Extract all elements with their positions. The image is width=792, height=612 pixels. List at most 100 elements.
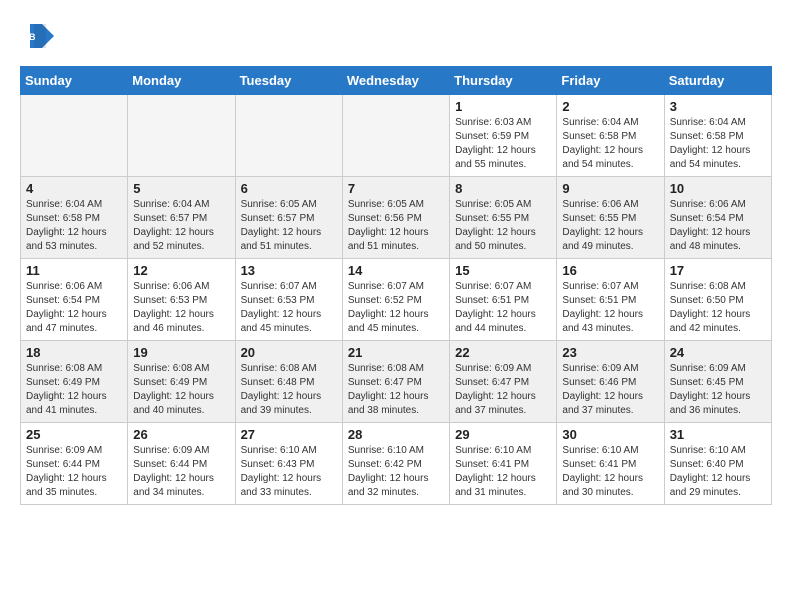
day-number: 3 [670, 99, 766, 114]
day-number: 1 [455, 99, 551, 114]
calendar-cell: 31 Sunrise: 6:10 AM Sunset: 6:40 PM Dayli… [664, 423, 771, 505]
calendar-cell: 12Sunrise: 6:06 AM Sunset: 6:53 PM Dayli… [128, 259, 235, 341]
day-info: Sunrise: 6:08 AM Sunset: 6:47 PM Dayligh… [348, 362, 444, 418]
svg-text:GB: GB [22, 32, 36, 42]
calendar-cell [21, 95, 128, 177]
calendar-cell: 5Sunrise: 6:04 AM Sunset: 6:57 PM Daylig… [128, 177, 235, 259]
calendar-cell: 20 Sunrise: 6:08 AM Sunset: 6:48 PM Dayli… [235, 341, 342, 423]
calendar-cell: 25 Sunrise: 6:09 AM Sunset: 6:44 PM Dayli… [21, 423, 128, 505]
day-number: 17 [670, 263, 766, 278]
day-number: 15 [455, 263, 551, 278]
day-number: 16 [562, 263, 658, 278]
calendar-cell: 19 Sunrise: 6:08 AM Sunset: 6:49 PM Dayli… [128, 341, 235, 423]
day-number: 25 [26, 427, 122, 442]
day-info: Sunrise: 6:06 AM Sunset: 6:54 PM Dayligh… [670, 198, 766, 254]
day-number: 29 [455, 427, 551, 442]
calendar-cell: 26 Sunrise: 6:09 AM Sunset: 6:44 PM Dayli… [128, 423, 235, 505]
calendar-cell: 23 Sunrise: 6:09 AM Sunset: 6:46 PM Dayli… [557, 341, 664, 423]
calendar-cell: 27Sunrise: 6:10 AM Sunset: 6:43 PM Dayli… [235, 423, 342, 505]
day-info: Sunrise: 6:09 AM Sunset: 6:44 PM Dayligh… [133, 444, 229, 500]
day-number: 30 [562, 427, 658, 442]
calendar-cell [342, 95, 449, 177]
day-info: Sunrise: 6:05 AM Sunset: 6:56 PM Dayligh… [348, 198, 444, 254]
calendar-cell: 30 Sunrise: 6:10 AM Sunset: 6:41 PM Dayli… [557, 423, 664, 505]
day-info: Sunrise: 6:08 AM Sunset: 6:48 PM Dayligh… [241, 362, 337, 418]
calendar-week-4: 18Sunrise: 6:08 AM Sunset: 6:49 PM Dayli… [21, 341, 772, 423]
calendar-week-5: 25 Sunrise: 6:09 AM Sunset: 6:44 PM Dayli… [21, 423, 772, 505]
day-number: 19 [133, 345, 229, 360]
day-number: 2 [562, 99, 658, 114]
day-info: Sunrise: 6:07 AM Sunset: 6:53 PM Dayligh… [241, 280, 337, 336]
day-number: 9 [562, 181, 658, 196]
calendar-cell: 22 Sunrise: 6:09 AM Sunset: 6:47 PM Dayli… [450, 341, 557, 423]
day-number: 14 [348, 263, 444, 278]
page-header: GB [20, 20, 772, 56]
header-friday: Friday [557, 67, 664, 95]
day-info: Sunrise: 6:04 AM Sunset: 6:58 PM Dayligh… [26, 198, 122, 254]
day-info: Sunrise: 6:09 AM Sunset: 6:46 PM Dayligh… [562, 362, 658, 418]
day-number: 21 [348, 345, 444, 360]
calendar-table: SundayMondayTuesdayWednesdayThursdayFrid… [20, 66, 772, 505]
calendar-cell: 4 Sunrise: 6:04 AM Sunset: 6:58 PM Daylig… [21, 177, 128, 259]
day-number: 20 [241, 345, 337, 360]
calendar-cell [235, 95, 342, 177]
calendar-cell: 13Sunrise: 6:07 AM Sunset: 6:53 PM Dayli… [235, 259, 342, 341]
calendar-cell: 11Sunrise: 6:06 AM Sunset: 6:54 PM Dayli… [21, 259, 128, 341]
calendar-cell: 2 Sunrise: 6:04 AM Sunset: 6:58 PM Daylig… [557, 95, 664, 177]
day-info: Sunrise: 6:09 AM Sunset: 6:44 PM Dayligh… [26, 444, 122, 500]
calendar-week-3: 11Sunrise: 6:06 AM Sunset: 6:54 PM Dayli… [21, 259, 772, 341]
day-info: Sunrise: 6:10 AM Sunset: 6:41 PM Dayligh… [455, 444, 551, 500]
day-number: 26 [133, 427, 229, 442]
day-number: 23 [562, 345, 658, 360]
day-info: Sunrise: 6:03 AM Sunset: 6:59 PM Dayligh… [455, 116, 551, 172]
calendar-cell: 3Sunrise: 6:04 AM Sunset: 6:58 PM Daylig… [664, 95, 771, 177]
calendar-cell: 6Sunrise: 6:05 AM Sunset: 6:57 PM Daylig… [235, 177, 342, 259]
calendar-cell: 16 Sunrise: 6:07 AM Sunset: 6:51 PM Dayli… [557, 259, 664, 341]
day-number: 12 [133, 263, 229, 278]
header-thursday: Thursday [450, 67, 557, 95]
day-info: Sunrise: 6:08 AM Sunset: 6:50 PM Dayligh… [670, 280, 766, 336]
day-number: 6 [241, 181, 337, 196]
calendar-cell: 28 Sunrise: 6:10 AM Sunset: 6:42 PM Dayli… [342, 423, 449, 505]
header-sunday: Sunday [21, 67, 128, 95]
day-number: 27 [241, 427, 337, 442]
day-info: Sunrise: 6:09 AM Sunset: 6:47 PM Dayligh… [455, 362, 551, 418]
day-info: Sunrise: 6:05 AM Sunset: 6:55 PM Dayligh… [455, 198, 551, 254]
day-number: 10 [670, 181, 766, 196]
calendar-cell: 29 Sunrise: 6:10 AM Sunset: 6:41 PM Dayli… [450, 423, 557, 505]
calendar-cell: 10 Sunrise: 6:06 AM Sunset: 6:54 PM Dayli… [664, 177, 771, 259]
day-number: 5 [133, 181, 229, 196]
day-info: Sunrise: 6:10 AM Sunset: 6:41 PM Dayligh… [562, 444, 658, 500]
day-info: Sunrise: 6:07 AM Sunset: 6:52 PM Dayligh… [348, 280, 444, 336]
day-number: 11 [26, 263, 122, 278]
calendar-cell: 21 Sunrise: 6:08 AM Sunset: 6:47 PM Dayli… [342, 341, 449, 423]
calendar-cell: 7 Sunrise: 6:05 AM Sunset: 6:56 PM Daylig… [342, 177, 449, 259]
calendar-week-1: 1 Sunrise: 6:03 AM Sunset: 6:59 PM Daylig… [21, 95, 772, 177]
calendar-week-2: 4 Sunrise: 6:04 AM Sunset: 6:58 PM Daylig… [21, 177, 772, 259]
calendar-header-row: SundayMondayTuesdayWednesdayThursdayFrid… [21, 67, 772, 95]
calendar-cell: 1 Sunrise: 6:03 AM Sunset: 6:59 PM Daylig… [450, 95, 557, 177]
day-number: 4 [26, 181, 122, 196]
calendar-cell: 24 Sunrise: 6:09 AM Sunset: 6:45 PM Dayli… [664, 341, 771, 423]
day-number: 31 [670, 427, 766, 442]
day-info: Sunrise: 6:10 AM Sunset: 6:42 PM Dayligh… [348, 444, 444, 500]
day-number: 28 [348, 427, 444, 442]
day-number: 24 [670, 345, 766, 360]
day-number: 22 [455, 345, 551, 360]
day-info: Sunrise: 6:07 AM Sunset: 6:51 PM Dayligh… [562, 280, 658, 336]
header-tuesday: Tuesday [235, 67, 342, 95]
day-info: Sunrise: 6:08 AM Sunset: 6:49 PM Dayligh… [133, 362, 229, 418]
calendar-cell: 9Sunrise: 6:06 AM Sunset: 6:55 PM Daylig… [557, 177, 664, 259]
calendar-cell [128, 95, 235, 177]
day-info: Sunrise: 6:10 AM Sunset: 6:40 PM Dayligh… [670, 444, 766, 500]
day-number: 7 [348, 181, 444, 196]
header-saturday: Saturday [664, 67, 771, 95]
calendar-cell: 15Sunrise: 6:07 AM Sunset: 6:51 PM Dayli… [450, 259, 557, 341]
logo: GB [20, 20, 60, 56]
calendar-cell: 8Sunrise: 6:05 AM Sunset: 6:55 PM Daylig… [450, 177, 557, 259]
calendar-cell: 18Sunrise: 6:08 AM Sunset: 6:49 PM Dayli… [21, 341, 128, 423]
day-info: Sunrise: 6:04 AM Sunset: 6:58 PM Dayligh… [562, 116, 658, 172]
header-monday: Monday [128, 67, 235, 95]
day-info: Sunrise: 6:09 AM Sunset: 6:45 PM Dayligh… [670, 362, 766, 418]
logo-icon: GB [20, 20, 56, 56]
